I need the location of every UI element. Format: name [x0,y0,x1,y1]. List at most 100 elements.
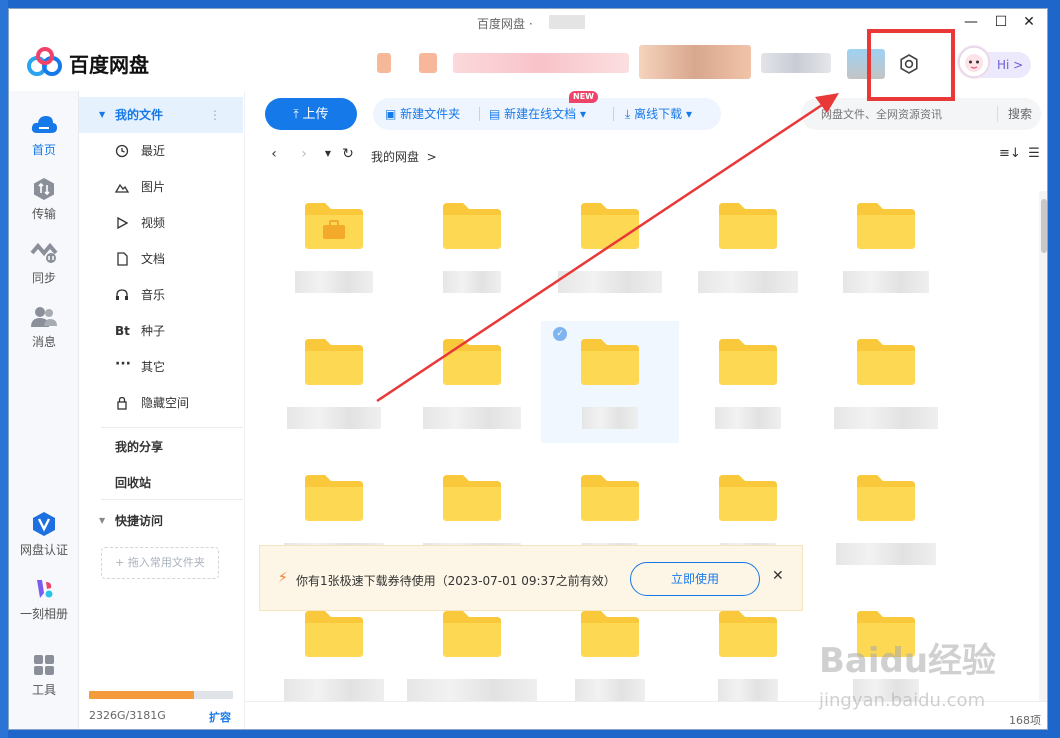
baidu-netdisk-logo-icon [27,47,62,76]
refresh-icon[interactable]: ↻ [339,145,357,163]
nav-label: 视频 [141,216,166,230]
use-now-button[interactable]: 立即使用 [630,562,760,596]
rail-item-transfer[interactable]: 传输 [9,177,79,222]
add-favorite-folder-dropzone[interactable]: + 拖入常用文件夹 [101,547,219,579]
folder-item[interactable] [679,321,817,443]
folder-item[interactable] [265,191,403,307]
download-icon: ⤓ [625,107,635,121]
folder-name-redacted [295,271,373,293]
back-arrow-icon[interactable]: ‹ [265,145,283,163]
album-icon [37,580,53,598]
nav-item-quick-access[interactable]: ▼ 快捷访问 [79,503,243,539]
toast-close-icon[interactable]: ✕ [772,568,784,584]
list-view-icon[interactable]: ☰ [1025,145,1043,163]
redacted-banner [453,53,629,73]
folder-item[interactable] [265,321,403,443]
tool-label: 离线下载 [634,107,683,121]
folder-item[interactable] [679,191,817,307]
tool-separator [479,107,480,121]
minimize-button[interactable]: — [961,13,981,31]
rail-item-messages[interactable]: 消息 [9,305,79,350]
transfer-icon [34,178,54,200]
forward-arrow-icon[interactable]: › [295,145,313,163]
more-vertical-icon[interactable]: ⋮ [209,97,221,133]
breadcrumb-root[interactable]: 我的网盘 [371,150,419,164]
rail-label: 一刻相册 [19,607,68,621]
nav-item-documents[interactable]: 文档 [79,241,243,277]
nav-item-my-files[interactable]: ▼ 我的文件 ⋮ [79,97,243,133]
offline-download-button[interactable]: ⤓ 离线下载 ▾ [625,98,692,130]
avatar[interactable] [957,45,991,79]
rail-item-sync[interactable]: 同步 [9,241,79,286]
nav-label: 最近 [141,144,166,158]
folder-icon [857,339,915,385]
dropdown-caret-icon: ▾ [576,107,587,121]
rail-label: 网盘认证 [19,543,68,557]
rail-item-verify[interactable]: 网盘认证 [9,511,79,558]
storage-bar [89,691,233,699]
greeting-text: Hi > [997,58,1024,72]
folder-icon [719,475,777,521]
desktop-edge [0,0,8,738]
scrollbar-thumb[interactable] [1041,199,1047,253]
selected-check-icon[interactable]: ✓ [553,327,567,341]
folder-icon [305,339,363,385]
folder-name-redacted [575,679,645,701]
nav-label: 图片 [141,180,166,194]
nav-item-videos[interactable]: 视频 [79,205,243,241]
folder-name-redacted [407,679,537,701]
folder-icon [719,339,777,385]
nav-label: 种子 [141,324,166,338]
maximize-button[interactable]: ☐ [991,13,1011,31]
rail-item-tools[interactable]: 工具 [9,653,79,698]
upload-button[interactable]: ⤒ 上传 [265,98,357,130]
redacted-item [761,53,831,73]
breadcrumb[interactable]: 我的网盘 > [371,148,437,165]
new-folder-button[interactable]: ▣ 新建文件夹 [385,98,460,130]
redacted-promo[interactable] [639,45,751,79]
close-button[interactable]: ✕ [1019,13,1039,31]
nav-item-torrents[interactable]: Bt 种子 [79,313,243,349]
expand-caret-icon[interactable]: ▼ [99,503,105,539]
rail-item-home[interactable]: 首页 [9,113,79,158]
folder-item[interactable] [403,321,541,443]
vertical-scrollbar[interactable] [1039,191,1047,701]
nav-item-other[interactable]: ··· 其它 [79,349,243,385]
folder-item[interactable] [541,191,679,307]
nav-item-music[interactable]: 音乐 [79,277,243,313]
folder-icon [857,475,915,521]
upload-label: 上传 [302,107,329,122]
nav-label: 其它 [141,360,166,374]
tool-label: 新建文件夹 [400,107,461,121]
nav-item-my-share[interactable]: 我的分享 [79,429,243,465]
folder-item[interactable] [403,191,541,307]
search-input[interactable] [821,98,991,130]
nav-item-recycle-bin[interactable]: 回收站 [79,465,243,501]
folder-item[interactable] [817,321,955,443]
search-button[interactable]: 搜索 [999,98,1041,130]
nav-item-images[interactable]: 图片 [79,169,243,205]
window-title: 百度网盘 · [477,17,533,31]
path-bar: ‹ › ▼ ↻ 我的网盘 > ≡↓ ☰ [245,141,1047,169]
nav-item-recent[interactable]: 最近 [79,133,243,169]
tool-group: ▣ 新建文件夹 ▤ 新建在线文档 ▾ NEW ⤓ 离线下载 ▾ [373,91,721,130]
rail-label: 传输 [31,207,56,221]
folder-item[interactable]: ✓ [541,321,679,443]
folder-item[interactable] [817,457,955,579]
folder-plus-icon: ▣ [385,107,401,121]
cloud-icon [31,116,57,133]
app-name: 百度网盘 [69,53,149,77]
folder-name-redacted [836,543,936,565]
folder-icon [719,203,777,249]
image-icon [115,183,129,193]
folder-name-redacted [843,271,929,293]
sort-icon[interactable]: ≡↓ [999,145,1021,163]
rail-label: 工具 [31,683,56,697]
rail-item-album[interactable]: 一刻相册 [9,577,79,622]
nav-item-hidden-space[interactable]: 隐藏空间 [79,385,243,421]
history-dropdown-icon[interactable]: ▼ [319,145,337,163]
expand-storage-link[interactable]: 扩容 [209,709,231,725]
folder-item[interactable] [817,191,955,307]
expand-caret-icon[interactable]: ▼ [99,97,105,133]
folder-icon [857,203,915,249]
